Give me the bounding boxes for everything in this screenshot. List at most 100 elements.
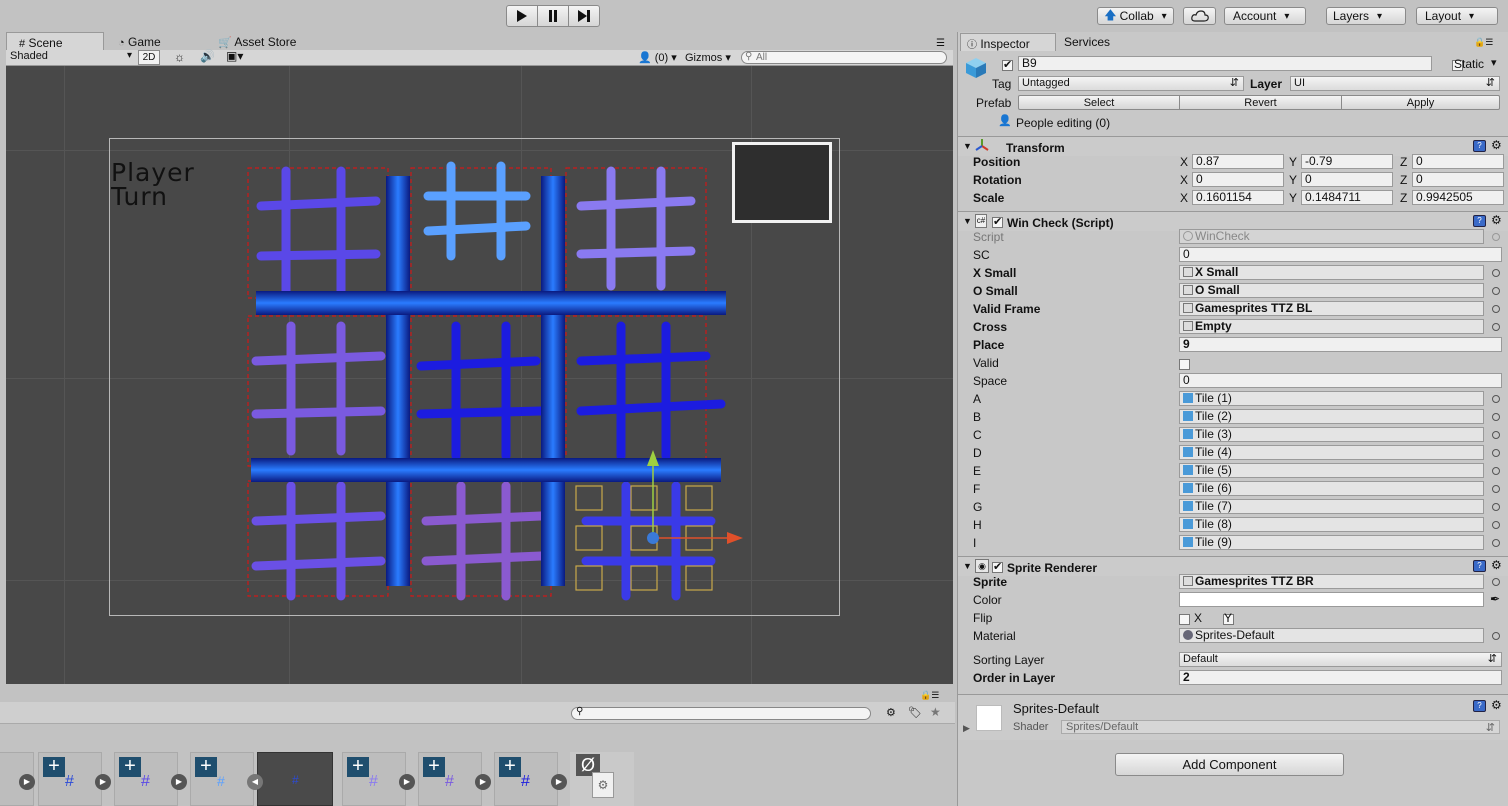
object-picker-icon[interactable]	[1492, 323, 1500, 331]
image-effects-icon[interactable]: ▣▾	[226, 49, 243, 63]
wincheck-enabled-checkbox[interactable]	[992, 215, 1003, 228]
visibility-dropdown[interactable]: 👤 (0) ▾	[638, 51, 677, 64]
object-picker-icon[interactable]	[1492, 305, 1500, 313]
object-picker-icon[interactable]	[1492, 233, 1500, 241]
object-name-field[interactable]: B9	[1018, 56, 1432, 71]
expand-arrow-icon[interactable]: ▶	[551, 774, 567, 790]
tab-asset-store[interactable]: 🛒 Asset Store	[206, 32, 326, 50]
active-checkbox[interactable]	[1002, 58, 1013, 71]
transform-x-field[interactable]: 0.87	[1192, 154, 1284, 169]
asset-thumbnail[interactable]: + #	[114, 752, 178, 806]
expand-arrow-icon[interactable]: ▶	[399, 774, 415, 790]
wincheck-object-field[interactable]: Gamesprites TTZ BL	[1179, 301, 1484, 316]
transform-x-field[interactable]: 0	[1192, 172, 1284, 187]
wincheck-object-field[interactable]: Tile (1)	[1179, 391, 1484, 406]
foldout-arrow-icon[interactable]: ▼	[963, 141, 972, 151]
wincheck-value-field[interactable]: 0	[1179, 373, 1502, 388]
pause-button[interactable]	[537, 5, 569, 27]
sprite-renderer-header[interactable]: ▼ ◉ Sprite Renderer ? ⚙	[958, 556, 1508, 576]
asset-thumbnail-script[interactable]: Ø ⚙	[570, 752, 634, 806]
shader-dropdown[interactable]: Sprites/Default ⇵	[1061, 720, 1500, 734]
transform-z-field[interactable]: 0	[1412, 172, 1504, 187]
wincheck-value-field[interactable]: 9	[1179, 337, 1502, 352]
object-picker-icon[interactable]	[1492, 431, 1500, 439]
collab-dropdown[interactable]: 🡅 Collab	[1097, 7, 1174, 25]
lighting-icon[interactable]: ☼	[174, 50, 185, 64]
asset-thumbnail[interactable]: + #	[38, 752, 102, 806]
object-picker-icon[interactable]	[1492, 632, 1500, 640]
color-field[interactable]	[1179, 592, 1484, 607]
shading-dropdown[interactable]: Shaded	[10, 50, 134, 65]
asset-thumbnail[interactable]: + #	[418, 752, 482, 806]
asset-thumbnail-selected[interactable]: #	[257, 752, 333, 806]
collapse-arrow-icon[interactable]: ◀	[247, 774, 263, 790]
material-field[interactable]: Sprites-Default	[1179, 628, 1484, 643]
prefab-revert-button[interactable]: Revert	[1179, 95, 1342, 110]
layer-dropdown[interactable]: UI ⇵	[1290, 76, 1500, 91]
foldout-arrow-icon[interactable]: ▶	[963, 723, 970, 734]
object-picker-icon[interactable]	[1492, 521, 1500, 529]
object-picker-icon[interactable]	[1492, 485, 1500, 493]
sprite-field[interactable]: Gamesprites TTZ BR	[1179, 574, 1484, 589]
project-search-input[interactable]: ⚲	[571, 706, 871, 720]
scene-search-input[interactable]: ⚲ All	[741, 51, 947, 64]
prefab-apply-button[interactable]: Apply	[1341, 95, 1500, 110]
sorting-layer-dropdown[interactable]: Default ⇵	[1179, 652, 1502, 667]
expand-arrow-icon[interactable]: ▶	[475, 774, 491, 790]
object-picker-icon[interactable]	[1492, 395, 1500, 403]
panel-menu-icon[interactable]: ☰	[936, 38, 945, 49]
filter-label-icon[interactable]: 🏷	[908, 706, 922, 719]
object-picker-icon[interactable]	[1492, 449, 1500, 457]
object-picker-icon[interactable]	[1492, 539, 1500, 547]
add-component-button[interactable]: Add Component	[1115, 753, 1344, 776]
wincheck-object-field[interactable]: Tile (7)	[1179, 499, 1484, 514]
help-book-icon[interactable]: ?	[1473, 215, 1486, 227]
asset-thumbnail[interactable]: + #	[494, 752, 558, 806]
play-button[interactable]	[506, 5, 538, 27]
transform-z-field[interactable]: 0.9942505	[1412, 190, 1504, 205]
tab-scene[interactable]: # Scene	[6, 32, 104, 50]
foldout-arrow-icon[interactable]: ▼	[963, 216, 972, 226]
expand-arrow-icon[interactable]: ▶	[19, 774, 35, 790]
valid-checkbox[interactable]	[1179, 359, 1190, 370]
transform-y-field[interactable]: -0.79	[1301, 154, 1393, 169]
wincheck-header[interactable]: ▼ c# Win Check (Script) ? ⚙	[958, 211, 1508, 231]
eyedropper-icon[interactable]: ✒	[1490, 592, 1500, 606]
wincheck-object-field[interactable]: Tile (8)	[1179, 517, 1484, 532]
help-book-icon[interactable]: ?	[1473, 140, 1486, 152]
transform-header[interactable]: ▼ Transform ? ⚙	[958, 136, 1508, 156]
object-picker-icon[interactable]	[1492, 287, 1500, 295]
gear-icon[interactable]: ⚙	[1491, 698, 1502, 712]
object-picker-icon[interactable]	[1492, 503, 1500, 511]
asset-thumbnail[interactable]: + #	[190, 752, 254, 806]
expand-arrow-icon[interactable]: ▶	[171, 774, 187, 790]
gizmos-dropdown[interactable]: Gizmos ▾	[685, 51, 731, 64]
transform-x-field[interactable]: 0.1601154	[1192, 190, 1284, 205]
wincheck-object-field[interactable]: Tile (3)	[1179, 427, 1484, 442]
wincheck-object-field[interactable]: Tile (4)	[1179, 445, 1484, 460]
order-in-layer-field[interactable]: 2	[1179, 670, 1502, 685]
audio-icon[interactable]: 🔊	[200, 49, 215, 63]
wincheck-object-field[interactable]: Tile (9)	[1179, 535, 1484, 550]
gear-icon[interactable]: ⚙	[1491, 138, 1502, 152]
sprite-renderer-enabled-checkbox[interactable]	[992, 560, 1003, 573]
mode-2d-button[interactable]: 2D	[138, 50, 160, 65]
tab-inspector[interactable]: ⓘ Inspector	[960, 33, 1056, 51]
wincheck-object-field[interactable]: O Small	[1179, 283, 1484, 298]
favorite-star-icon[interactable]: ★	[930, 705, 941, 719]
wincheck-object-field[interactable]: X Small	[1179, 265, 1484, 280]
help-book-icon[interactable]: ?	[1473, 560, 1486, 572]
scene-view[interactable]: Player Turn	[6, 66, 953, 684]
object-picker-icon[interactable]	[1492, 413, 1500, 421]
wincheck-value-field[interactable]: 0	[1179, 247, 1502, 262]
transform-y-field[interactable]: 0	[1301, 172, 1393, 187]
wincheck-object-field[interactable]: Empty	[1179, 319, 1484, 334]
expand-arrow-icon[interactable]: ▶	[95, 774, 111, 790]
account-dropdown[interactable]: Account	[1224, 7, 1306, 25]
panel-lock-icon[interactable]: 🔒☰	[1474, 37, 1493, 48]
tab-game[interactable]: ◔ Game	[106, 32, 206, 50]
transform-z-field[interactable]: 0	[1412, 154, 1504, 169]
panel-lock-icon[interactable]: 🔒☰	[920, 690, 939, 701]
help-book-icon[interactable]: ?	[1473, 700, 1486, 712]
flip-x-checkbox[interactable]	[1179, 614, 1190, 625]
